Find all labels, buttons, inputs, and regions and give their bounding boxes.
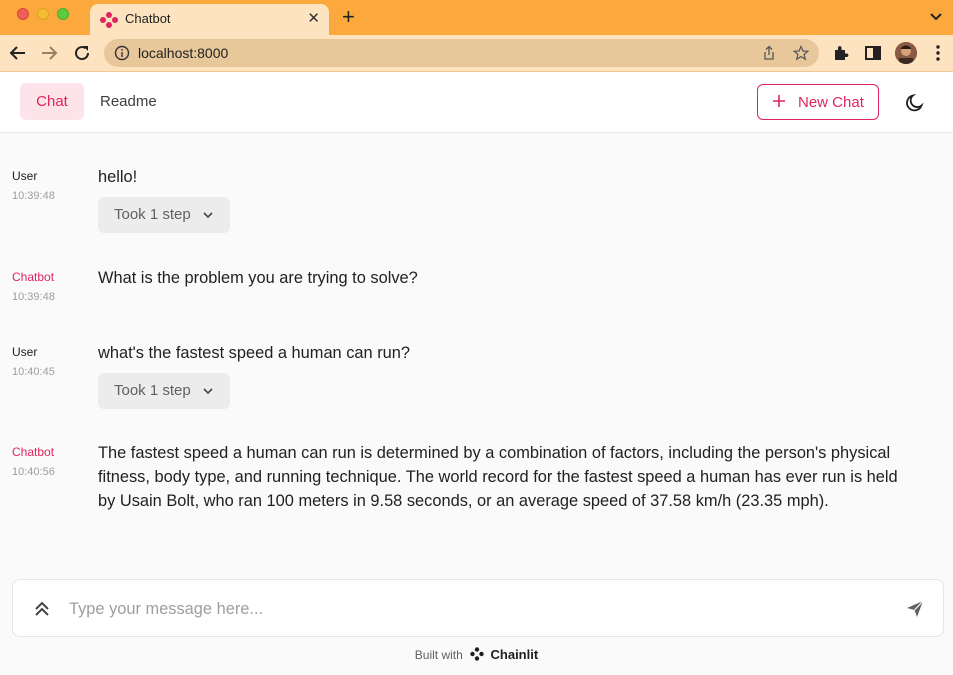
message-text: What is the problem you are trying to so…: [98, 269, 418, 287]
step-toggle-button[interactable]: Took 1 step: [98, 197, 230, 233]
message-timestamp: 10:40:45: [12, 366, 55, 378]
url-text: localhost:8000: [138, 45, 229, 61]
sidebar-icon[interactable]: [863, 43, 883, 63]
new-tab-plus-icon[interactable]: +: [342, 6, 355, 28]
message-timestamp: 10:40:56: [12, 466, 55, 478]
new-chat-button[interactable]: New Chat: [757, 84, 879, 120]
browser-toolbar: localhost:8000: [0, 35, 953, 72]
message-text: what's the fastest speed a human can run…: [98, 344, 411, 362]
address-bar[interactable]: localhost:8000: [104, 39, 819, 67]
close-window-button[interactable]: [17, 8, 29, 20]
moon-icon[interactable]: [904, 92, 926, 114]
message-author: User: [12, 169, 38, 183]
footer: Built with Chainlit: [0, 647, 953, 662]
message-author: User: [12, 345, 38, 359]
chevron-down-icon: [203, 212, 213, 219]
message-timestamp: 10:39:48: [12, 190, 55, 202]
chainlit-favicon-icon: [100, 12, 118, 28]
double-chevron-up-icon[interactable]: [33, 600, 51, 618]
step-label: Took 1 step: [114, 382, 191, 399]
message-input[interactable]: [69, 594, 869, 624]
nav-tab-readme[interactable]: Readme: [100, 83, 157, 120]
profile-face-icon: [895, 42, 917, 64]
maximize-window-button[interactable]: [57, 8, 69, 20]
forward-arrow-icon[interactable]: [39, 43, 59, 63]
message-text-line: by Usain Bolt, who ran 100 meters in 9.5…: [98, 492, 829, 510]
minimize-window-button[interactable]: [37, 8, 49, 20]
message-timestamp: 10:39:48: [12, 291, 55, 303]
profile-avatar[interactable]: [895, 42, 917, 64]
info-icon[interactable]: [114, 45, 130, 61]
step-toggle-button[interactable]: Took 1 step: [98, 373, 230, 409]
message-text: hello!: [98, 168, 138, 186]
chainlit-brand-link[interactable]: Chainlit: [491, 647, 539, 662]
star-icon[interactable]: [793, 45, 809, 61]
step-label: Took 1 step: [114, 206, 191, 223]
message-text-line: The fastest speed a human can run is det…: [98, 444, 891, 462]
browser-tab-bar: Chatbot ✕ +: [0, 0, 953, 35]
chainlit-logo-icon: [470, 647, 484, 661]
message-composer: [12, 579, 944, 637]
tab-title: Chatbot: [125, 11, 171, 26]
message-author: Chatbot: [12, 445, 55, 459]
reload-icon[interactable]: [72, 43, 92, 63]
extensions-icon[interactable]: [831, 43, 851, 63]
built-with-text: Built with: [414, 648, 463, 662]
send-icon[interactable]: [905, 599, 925, 619]
plus-icon: [773, 95, 785, 107]
new-chat-label: New Chat: [798, 94, 864, 111]
tab-close-icon[interactable]: ✕: [307, 10, 320, 28]
kebab-menu-icon[interactable]: [928, 43, 948, 63]
message-author: Chatbot: [12, 270, 55, 284]
message-text-line: fitness, body type, and running techniqu…: [98, 468, 898, 486]
share-icon[interactable]: [761, 45, 777, 61]
browser-tab[interactable]: Chatbot ✕: [90, 4, 329, 35]
app-header: Chat Readme New Chat: [0, 72, 953, 133]
chevron-down-icon: [203, 388, 213, 395]
back-arrow-icon[interactable]: [8, 43, 28, 63]
tab-search-chevron-icon[interactable]: [929, 10, 943, 24]
nav-tab-chat[interactable]: Chat: [20, 83, 84, 120]
